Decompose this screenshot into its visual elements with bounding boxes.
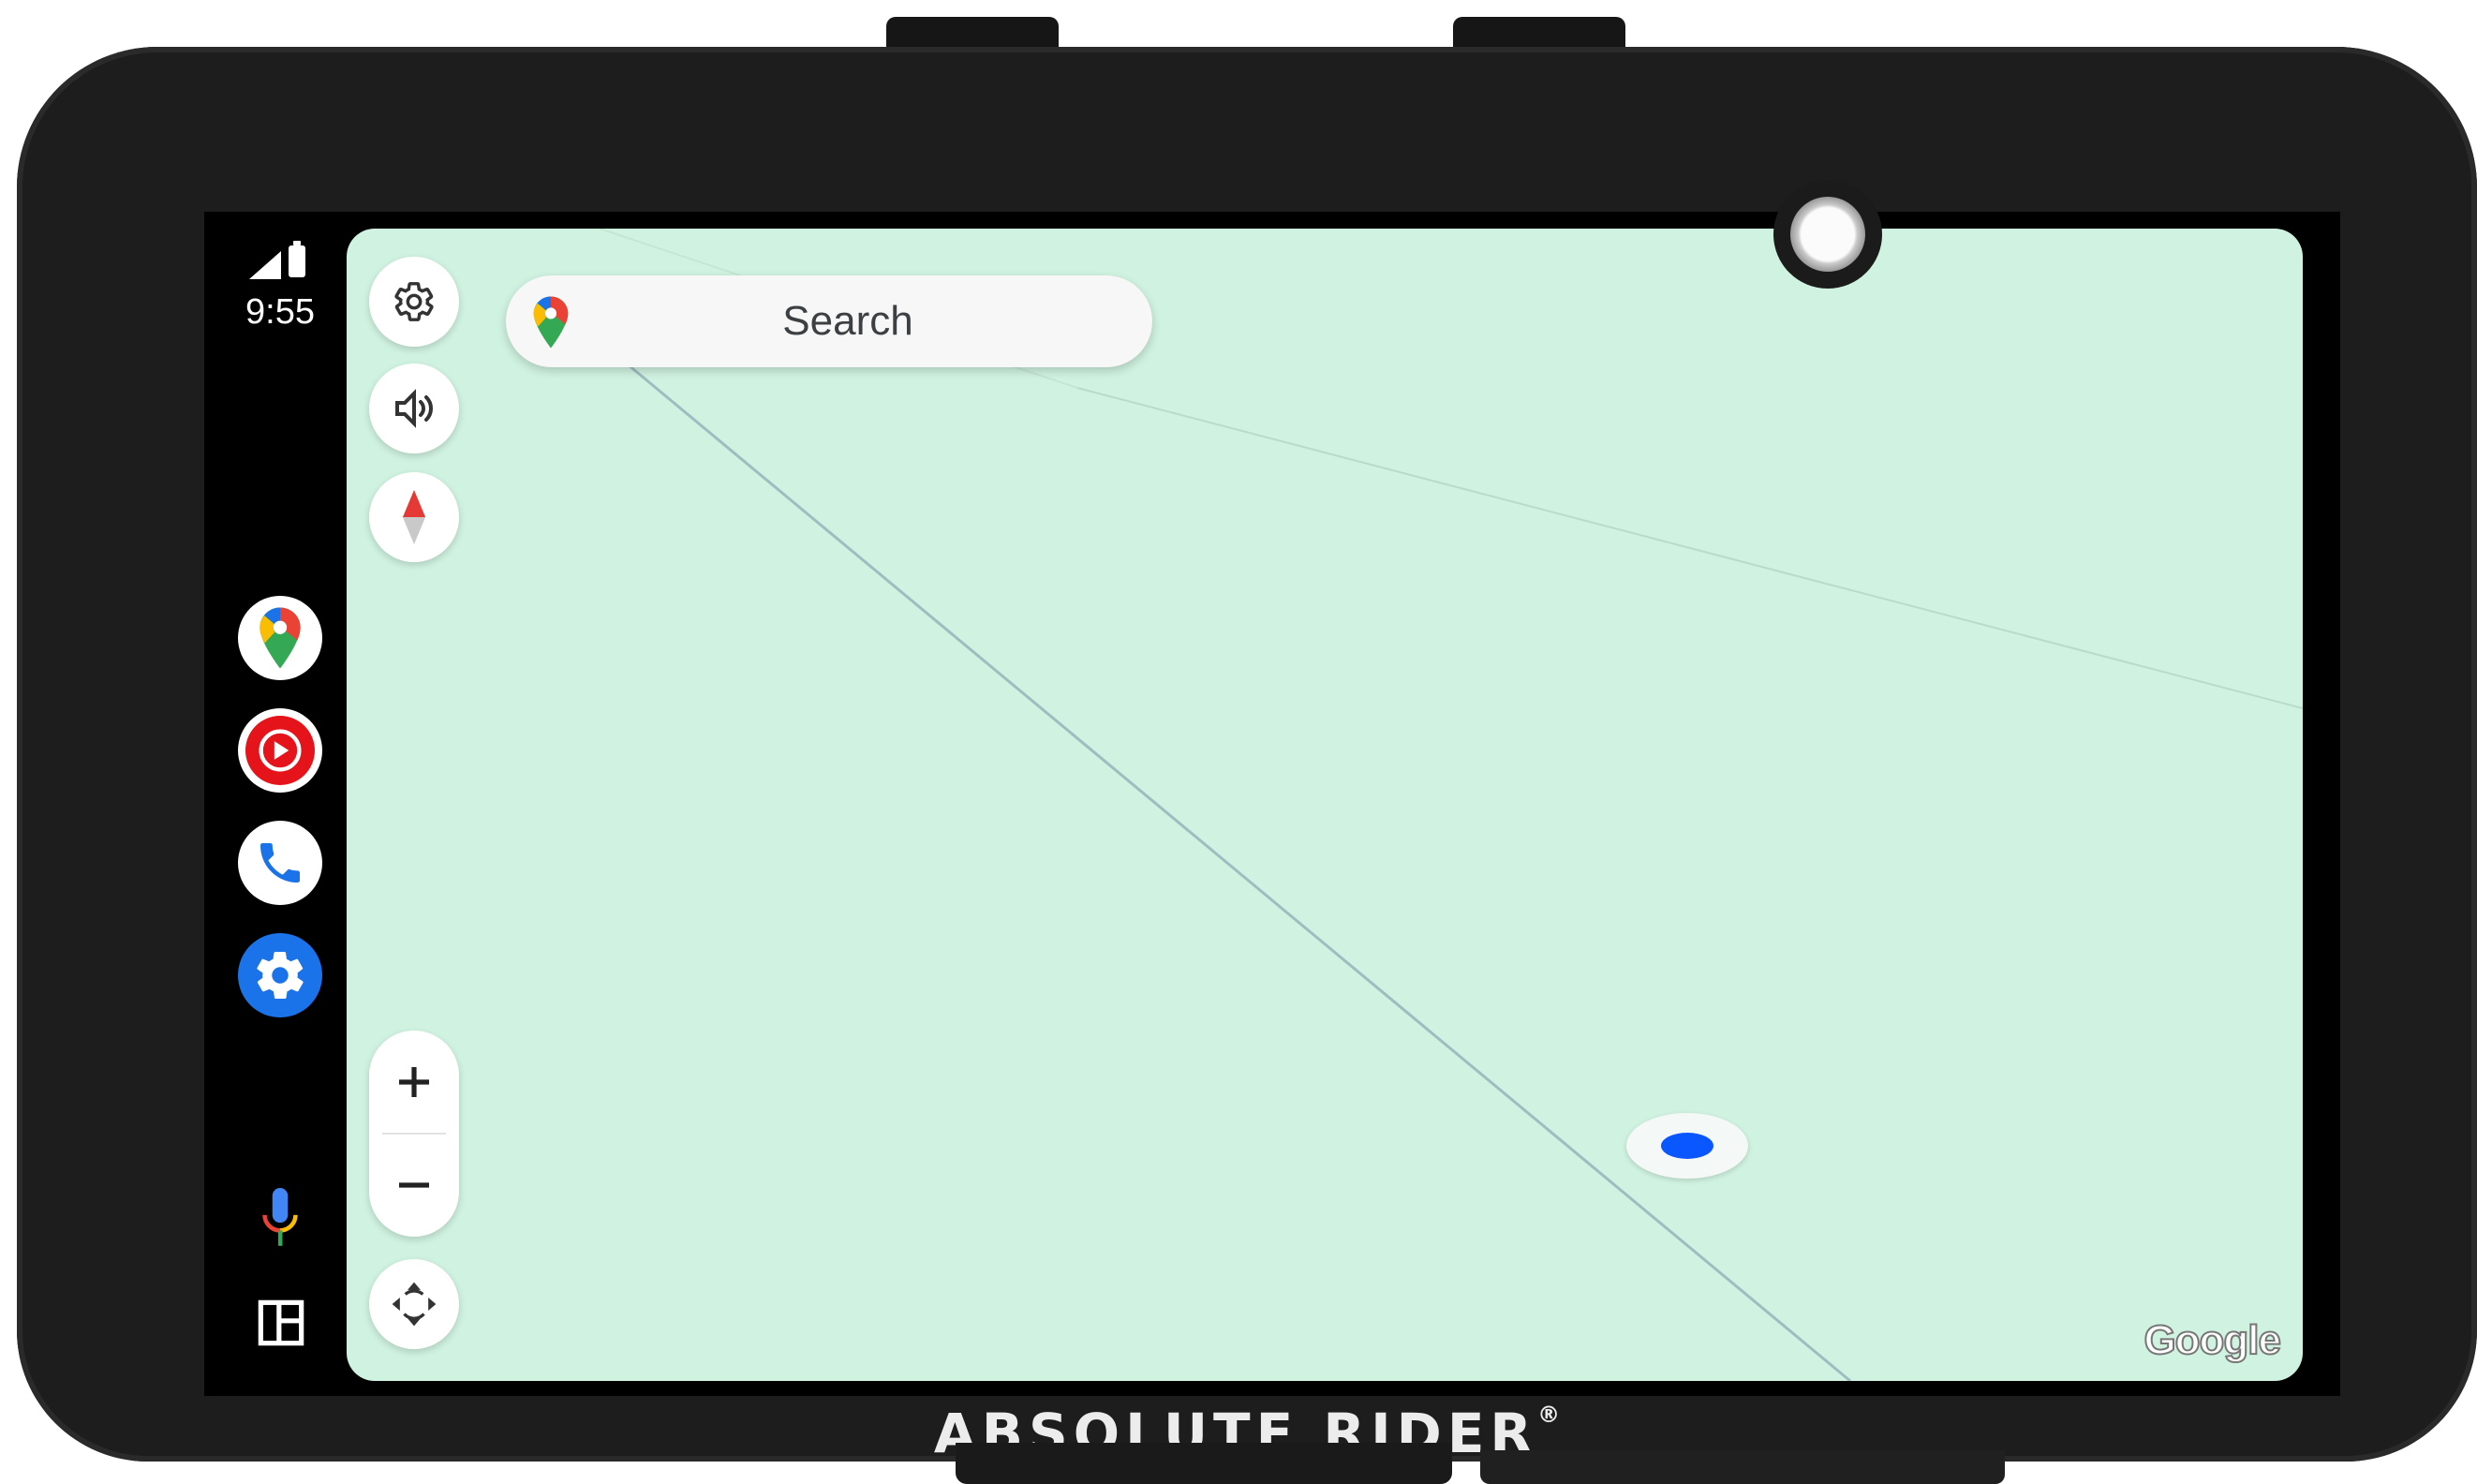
zoom-in-icon <box>399 1067 429 1097</box>
compass-icon <box>402 490 426 544</box>
zoom-out-icon <box>399 1182 429 1188</box>
device-mount-clip-bottom-right <box>1480 1450 2005 1484</box>
compass-button[interactable] <box>369 472 459 562</box>
dashboard-layout-icon[interactable] <box>257 1298 305 1347</box>
volume-icon <box>395 389 434 428</box>
zoom-in-button[interactable] <box>369 1031 459 1134</box>
map-settings-button[interactable] <box>369 257 459 347</box>
android-auto-screen: 9:55 Search Google <box>204 212 2340 1396</box>
status-time: 9:55 <box>245 292 315 332</box>
gear-icon <box>394 282 434 321</box>
zoom-out-button[interactable] <box>369 1134 459 1237</box>
app-button-settings[interactable] <box>238 933 322 1017</box>
map-roads <box>599 229 2303 1381</box>
device-mount-clip-bottom <box>956 1443 1452 1484</box>
camera-lens <box>1790 197 1865 272</box>
phone-icon <box>260 843 300 883</box>
device-frame: 9:55 Search Google ABSOLUTE RIDER® <box>17 47 2477 1465</box>
microphone-icon[interactable] <box>257 1186 304 1252</box>
registered-mark: ® <box>1537 1402 1561 1428</box>
google-attribution: Google <box>2143 1316 2282 1364</box>
device-camera <box>1773 180 1882 289</box>
app-button-phone[interactable] <box>238 821 322 905</box>
settings-icon <box>257 952 304 999</box>
pan-button[interactable] <box>369 1259 459 1349</box>
map-view[interactable]: Search Google <box>347 229 2303 1381</box>
search-bar[interactable]: Search <box>506 275 1152 367</box>
current-location-marker <box>1626 1113 1748 1179</box>
search-placeholder: Search <box>782 298 913 344</box>
youtube-music-icon <box>245 716 315 785</box>
app-button-maps[interactable] <box>238 596 322 680</box>
volume-button[interactable] <box>369 364 459 453</box>
app-rail: 9:55 <box>204 212 345 1396</box>
pan-icon <box>392 1282 437 1327</box>
zoom-control <box>369 1031 459 1237</box>
google-maps-icon <box>260 607 301 669</box>
app-button-youtube-music[interactable] <box>238 708 322 793</box>
battery-icon <box>289 241 305 277</box>
signal-icon <box>249 251 281 279</box>
